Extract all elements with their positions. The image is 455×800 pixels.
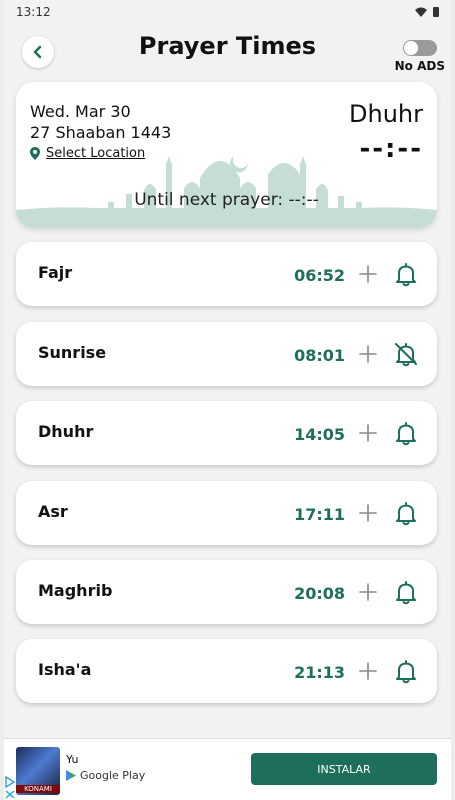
prayer-row-asr: Asr 17:11 bbox=[16, 481, 437, 545]
prayer-row-maghrib: Maghrib 20:08 bbox=[16, 560, 437, 624]
prayer-row-dhuhr: Dhuhr 14:05 bbox=[16, 401, 437, 465]
location-pin-icon bbox=[30, 147, 40, 160]
ad-app-name: Yu bbox=[66, 753, 79, 766]
prayer-time: 08:01 bbox=[294, 346, 345, 365]
bell-off-icon[interactable] bbox=[393, 341, 419, 367]
ad-app-thumbnail[interactable]: KONAMI bbox=[16, 747, 60, 795]
bell-icon[interactable] bbox=[393, 420, 419, 446]
until-next-prayer: Until next prayer: --:-- bbox=[134, 190, 319, 210]
ad-store: Google Play bbox=[66, 769, 145, 782]
hijri-date: 27 Shaaban 1443 bbox=[30, 123, 172, 142]
battery-icon bbox=[433, 7, 439, 17]
select-location-link[interactable]: Select Location bbox=[30, 146, 145, 161]
install-button[interactable]: INSTALAR bbox=[251, 753, 437, 785]
google-play-icon bbox=[66, 770, 76, 781]
plus-icon[interactable] bbox=[357, 343, 379, 365]
prayer-name: Sunrise bbox=[38, 343, 107, 362]
prayer-row-fajr: Fajr 06:52 bbox=[16, 242, 437, 306]
wifi-icon bbox=[415, 7, 427, 17]
location-label: Select Location bbox=[46, 146, 146, 161]
plus-icon[interactable] bbox=[357, 263, 379, 285]
prayer-time: 06:52 bbox=[294, 266, 345, 285]
next-prayer-card: Wed. Mar 30 27 Shaaban 1443 Select Locat… bbox=[16, 82, 437, 228]
status-time: 13:12 bbox=[16, 5, 51, 19]
ad-thumb-label: KONAMI bbox=[16, 785, 60, 793]
gregorian-date: Wed. Mar 30 bbox=[30, 102, 131, 121]
bell-icon[interactable] bbox=[393, 500, 419, 526]
next-prayer-name: Dhuhr bbox=[349, 100, 423, 128]
plus-icon[interactable] bbox=[357, 581, 379, 603]
prayer-row-sunrise: Sunrise 08:01 bbox=[16, 322, 437, 386]
ad-banner[interactable]: KONAMI Yu Google Play INSTALAR bbox=[4, 738, 451, 800]
no-ads-label: No ADS bbox=[394, 59, 445, 73]
plus-icon[interactable] bbox=[357, 660, 379, 682]
bell-icon[interactable] bbox=[393, 261, 419, 287]
bell-icon[interactable] bbox=[393, 579, 419, 605]
next-prayer-countdown: --:-- bbox=[359, 134, 423, 164]
prayer-time: 21:13 bbox=[294, 663, 345, 682]
status-bar: 13:12 bbox=[4, 0, 451, 24]
plus-icon[interactable] bbox=[357, 502, 379, 524]
bell-icon[interactable] bbox=[393, 658, 419, 684]
prayer-name: Fajr bbox=[38, 263, 73, 282]
no-ads-toggle[interactable] bbox=[403, 40, 437, 56]
prayer-name: Isha'a bbox=[38, 660, 92, 679]
prayer-name: Maghrib bbox=[38, 581, 113, 600]
prayer-name: Asr bbox=[38, 502, 68, 521]
prayer-time: 14:05 bbox=[294, 425, 345, 444]
ad-choices-icon[interactable] bbox=[4, 775, 16, 799]
prayer-name: Dhuhr bbox=[38, 422, 94, 441]
ad-store-label: Google Play bbox=[80, 769, 146, 782]
prayer-time: 17:11 bbox=[294, 505, 345, 524]
app-screen: 13:12 Prayer Times No ADS Wed. Mar 30 27… bbox=[4, 0, 451, 800]
prayer-row-ishaa: Isha'a 21:13 bbox=[16, 639, 437, 703]
plus-icon[interactable] bbox=[357, 422, 379, 444]
prayer-time: 20:08 bbox=[294, 584, 345, 603]
status-icons bbox=[415, 7, 439, 17]
page-title: Prayer Times bbox=[138, 32, 317, 60]
